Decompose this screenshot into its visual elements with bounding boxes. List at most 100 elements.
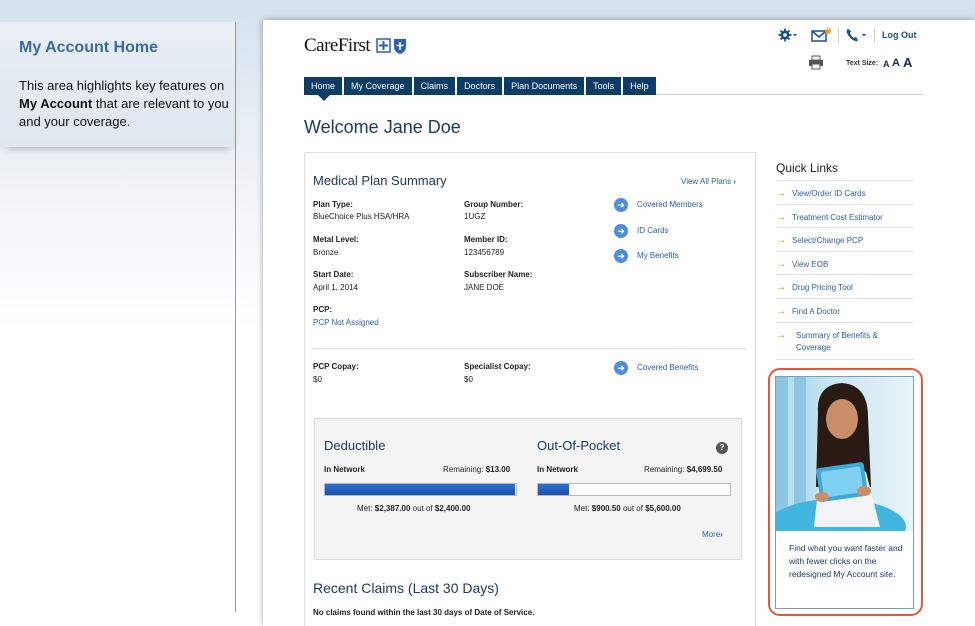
plan-type-value: BlueChoice Plus HSA/HRA	[313, 212, 410, 221]
tab-my-coverage[interactable]: My Coverage	[344, 77, 412, 95]
main-nav-tabs: Home My Coverage Claims Doctors Plan Doc…	[304, 77, 656, 95]
desc-bold: My Account	[19, 96, 93, 111]
arrow-right-icon: →	[776, 259, 786, 270]
arrow-right-circle-icon[interactable]: ➜	[614, 198, 628, 212]
arrow-right-circle-icon[interactable]: ➜	[614, 361, 628, 375]
carefirst-logo[interactable]: CareFirst	[304, 35, 371, 57]
met-value: $2,387.00	[374, 504, 411, 513]
util-divider	[838, 28, 839, 42]
chevron-right-icon: ›	[720, 530, 723, 539]
deductible-network: In Network	[324, 465, 365, 474]
metal-level-label: Metal Level:	[313, 235, 359, 244]
settings-gear-icon[interactable]	[778, 28, 798, 42]
deductible-remaining: Remaining: $13.00	[443, 465, 510, 474]
member-id-value: 123456789	[464, 248, 505, 257]
covered-benefits-link[interactable]: Covered Benefits	[637, 363, 698, 372]
subscriber-value: JANE DOE	[464, 283, 505, 292]
no-claims-message: No claims found within the last 30 days …	[313, 608, 535, 617]
quick-link-treatment-cost-estimator[interactable]: → Treatment Cost Estimator	[776, 204, 914, 224]
specialist-copay-value: $0	[464, 375, 473, 384]
covered-members-link[interactable]: Covered Members	[637, 200, 703, 209]
pcp-not-assigned-link[interactable]: PCP Not Assigned	[313, 318, 379, 327]
total-value: $5,600.00	[645, 504, 681, 513]
met-label: Met:	[574, 504, 590, 513]
text-size-label: Text Size:	[846, 60, 879, 67]
phone-icon[interactable]	[845, 28, 869, 42]
text-size-medium[interactable]: A	[892, 57, 900, 69]
print-icon[interactable]	[808, 55, 824, 70]
start-date-value: April 1, 2014	[313, 283, 358, 292]
arrow-right-circle-icon[interactable]: ➜	[614, 224, 628, 238]
oop-progress-fill	[538, 484, 569, 495]
tab-help[interactable]: Help	[623, 77, 656, 95]
view-all-plans-link[interactable]: View All Plans ›	[681, 177, 736, 186]
view-all-plans-label: View All Plans	[681, 177, 732, 186]
pcp-label: PCP:	[313, 305, 333, 314]
tab-plan-documents[interactable]: Plan Documents	[504, 77, 585, 95]
bcbs-logo-icon	[376, 38, 406, 54]
oop-met: Met: $900.50 out of $5,600.00	[574, 504, 681, 513]
welcome-prefix: Welcome	[304, 117, 379, 137]
quick-link-select-change-pcp[interactable]: → Select/Change PCP	[776, 227, 914, 247]
plan-summary-title: Medical Plan Summary	[313, 173, 447, 188]
deductible-title: Deductible	[324, 438, 386, 453]
desc-text: This area highlights key features on	[19, 78, 225, 93]
metal-level-value: Bronze	[313, 248, 339, 257]
welcome-heading: Welcome Jane Doe	[304, 117, 466, 138]
quick-link-label: View/Order ID Cards	[792, 189, 866, 198]
met-label: Met:	[357, 504, 373, 513]
promo-highlight-outline	[768, 368, 923, 616]
arrow-right-icon: →	[776, 188, 786, 199]
help-question-icon[interactable]: ?	[716, 442, 728, 454]
id-cards-link[interactable]: ID Cards	[637, 226, 669, 235]
chevron-right-icon: ›	[733, 177, 737, 186]
left-panel-description: This area highlights key features on My …	[19, 77, 229, 131]
mail-icon[interactable]	[811, 28, 833, 42]
summary-divider	[313, 348, 746, 349]
arrow-right-icon: →	[776, 212, 786, 223]
left-panel-title: My Account Home	[19, 39, 158, 56]
total-value: $2,400.00	[434, 504, 471, 513]
quick-links-title: Quick Links	[776, 161, 839, 175]
active-tab-pointer	[318, 95, 330, 101]
quick-link-drug-pricing-tool[interactable]: → Drug Pricing Tool	[776, 274, 914, 294]
oop-title: Out-Of-Pocket	[537, 438, 621, 453]
text-size-large[interactable]: A	[903, 55, 912, 70]
member-id-label: Member ID:	[464, 235, 508, 244]
tab-claims[interactable]: Claims	[413, 77, 456, 95]
message-count-badge: 0	[826, 26, 830, 32]
quick-link-summary-of-benefits[interactable]: → Summary of Benefits & Coverage	[776, 322, 914, 360]
quick-link-view-eob[interactable]: → View EOB	[776, 251, 914, 271]
tab-tools[interactable]: Tools	[586, 77, 622, 95]
out-of-text: out of	[412, 504, 433, 513]
tab-doctors[interactable]: Doctors	[457, 77, 503, 95]
quick-link-label: Summary of Benefits & Coverage	[796, 331, 878, 352]
group-number-label: Group Number:	[464, 200, 524, 209]
oop-network: In Network	[537, 465, 578, 474]
deductible-met: Met: $2,387.00 out of $2,400.00	[357, 504, 470, 513]
recent-claims-title: Recent Claims (Last 30 Days)	[313, 580, 499, 596]
arrow-right-circle-icon[interactable]: ➜	[614, 249, 628, 263]
text-size-small[interactable]: A	[883, 59, 890, 69]
quick-link-label: Drug Pricing Tool	[792, 283, 853, 292]
my-benefits-link[interactable]: My Benefits	[637, 251, 679, 260]
remaining-label: Remaining:	[644, 465, 685, 474]
quick-link-find-a-doctor[interactable]: → Find A Doctor	[776, 298, 914, 318]
arrow-right-icon: →	[776, 235, 786, 246]
log-out-link[interactable]: Log Out	[882, 30, 917, 40]
quick-link-view-order-id-cards[interactable]: → View/Order ID Cards	[776, 180, 914, 200]
more-label: More	[702, 530, 721, 539]
quick-link-label: Find A Doctor	[792, 307, 841, 316]
more-link[interactable]: More›	[702, 530, 723, 539]
arrow-right-icon: →	[776, 282, 786, 293]
quick-link-label: Select/Change PCP	[792, 236, 864, 245]
member-name: Jane Doe	[383, 117, 461, 137]
remaining-label: Remaining:	[443, 465, 484, 474]
met-value: $900.50	[591, 504, 621, 513]
tab-home[interactable]: Home	[304, 77, 343, 95]
specialist-copay-label: Specialist Copay:	[464, 362, 531, 371]
arrow-right-icon: →	[776, 306, 786, 317]
start-date-label: Start Date:	[313, 270, 354, 279]
deductible-progress-fill	[325, 484, 516, 495]
subscriber-label: Subscriber Name:	[464, 270, 533, 279]
